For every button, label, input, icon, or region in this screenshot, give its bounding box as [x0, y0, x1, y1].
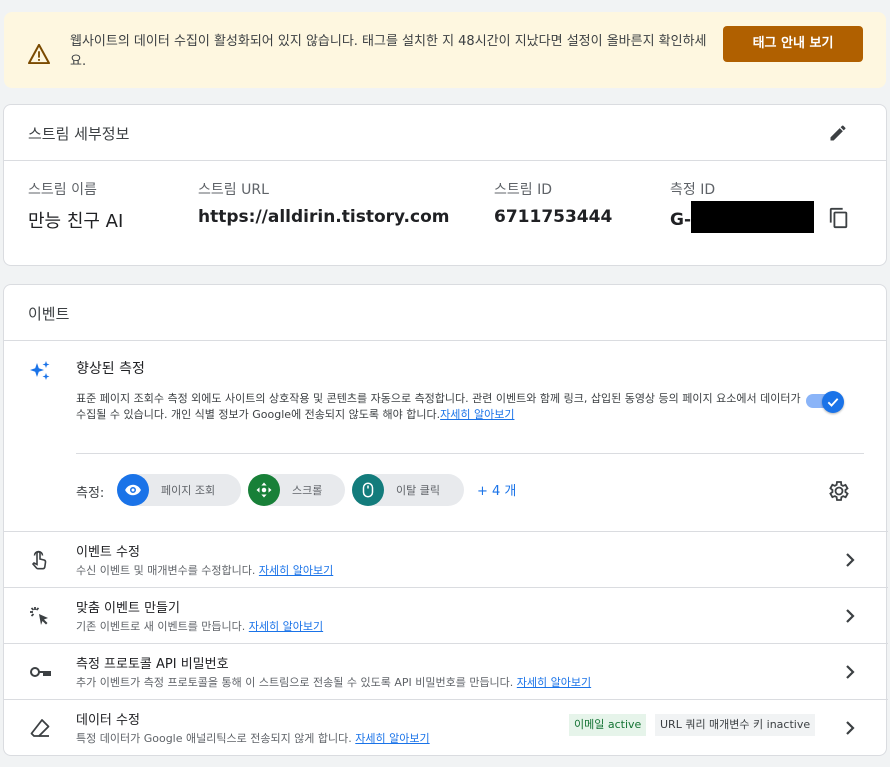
chip-page-view[interactable]: 페이지 조회	[117, 474, 241, 506]
row-data-redaction[interactable]: 데이터 수정 특정 데이터가 Google 애널리틱스로 전송되지 않게 합니다…	[4, 699, 888, 755]
row-modify-events-desc: 수신 이벤트 및 매개변수를 수정합니다. 자세히 알아보기	[76, 562, 333, 578]
stream-name-label: 스트림 이름	[28, 182, 97, 198]
measurement-id-prefix: G-	[670, 210, 692, 230]
row-measurement-protocol[interactable]: 측정 프로토콜 API 비밀번호 추가 이벤트가 측정 프로토콜을 통해 이 스…	[4, 643, 888, 699]
chip-scroll[interactable]: 스크롤	[248, 474, 345, 506]
scroll-icon	[256, 482, 272, 498]
tag-guide-button[interactable]: 태그 안내 보기	[723, 26, 863, 62]
warning-banner: 웹사이트의 데이터 수집이 활성화되어 있지 않습니다. 태그를 설치한 지 4…	[4, 12, 886, 88]
events-card: 이벤트 향상된 측정 표준 페이지 조회수 측정 외에도 사이트의 상호작용 및…	[3, 284, 888, 756]
chip-scroll-circle	[248, 474, 280, 506]
measurement-id-label: 측정 ID	[670, 182, 716, 198]
chevron-right-icon	[846, 553, 855, 567]
measure-label: 측정:	[76, 486, 105, 501]
sparkle-icon	[30, 361, 50, 380]
warning-icon	[28, 44, 50, 64]
chevron-right-icon	[846, 609, 855, 623]
row-data-redaction-desc: 특정 데이터가 Google 애널리틱스로 전송되지 않게 합니다. 자세히 알…	[76, 730, 430, 746]
enhanced-learn-more-link[interactable]: 자세히 알아보기	[440, 408, 514, 421]
row-data-redaction-desc-text: 특정 데이터가 Google 애널리틱스로 전송되지 않게 합니다.	[76, 732, 352, 745]
row-measurement-protocol-desc-text: 추가 이벤트가 측정 프로토콜을 통해 이 스트림으로 전송될 수 있도록 AP…	[76, 676, 514, 689]
row-modify-events-title: 이벤트 수정	[76, 545, 140, 560]
row-create-custom-event-desc: 기존 이벤트로 새 이벤트를 만듭니다. 자세히 알아보기	[76, 618, 323, 634]
row-create-custom-event-learn-more[interactable]: 자세히 알아보기	[249, 620, 323, 633]
chevron-right-icon	[846, 665, 855, 679]
stream-url-value: https://alldirin.tistory.com	[198, 207, 450, 227]
chip-outbound-click-circle	[352, 474, 384, 506]
measurement-id-field: 측정 ID G-	[670, 179, 815, 233]
row-measurement-protocol-desc: 추가 이벤트가 측정 프로토콜을 통해 이 스트림으로 전송될 수 있도록 AP…	[76, 674, 591, 690]
sparkle-click-icon	[30, 607, 48, 625]
mouse-icon	[362, 482, 374, 498]
enhanced-measurement-toggle[interactable]	[806, 391, 844, 413]
chip-scroll-label: 스크롤	[292, 484, 323, 497]
chip-outbound-click-label: 이탈 클릭	[396, 484, 440, 497]
row-create-custom-event-desc-text: 기존 이벤트로 새 이벤트를 만듭니다.	[76, 620, 246, 633]
eraser-icon	[30, 719, 50, 737]
row-modify-events[interactable]: 이벤트 수정 수신 이벤트 및 매개변수를 수정합니다. 자세히 알아보기	[4, 531, 888, 587]
url-query-status-badge: URL 쿼리 매개변수 키 inactive	[655, 714, 816, 736]
toggle-knob	[822, 391, 844, 413]
edit-icon[interactable]	[828, 123, 848, 143]
row-measurement-protocol-title: 측정 프로토콜 API 비밀번호	[76, 657, 229, 672]
row-data-redaction-title: 데이터 수정	[76, 713, 140, 728]
stream-url-field: 스트림 URL https://alldirin.tistory.com	[198, 179, 449, 227]
row-create-custom-event[interactable]: 맞춤 이벤트 만들기 기존 이벤트로 새 이벤트를 만듭니다. 자세히 알아보기	[4, 587, 888, 643]
stream-id-value: 6711753444	[494, 207, 613, 227]
row-create-custom-event-title: 맞춤 이벤트 만들기	[76, 601, 180, 616]
eye-icon	[125, 484, 141, 496]
stream-name-field: 스트림 이름 만능 친구 AI	[28, 179, 123, 233]
enhanced-desc-text: 표준 페이지 조회수 측정 외에도 사이트의 상호작용 및 콘텐츠를 자동으로 …	[76, 392, 801, 421]
stream-details-card: 스트림 세부정보 스트림 이름 만능 친구 AI 스트림 URL https:/…	[3, 104, 887, 266]
stream-details-title: 스트림 세부정보	[28, 125, 130, 143]
chip-page-view-circle	[117, 474, 149, 506]
row-measurement-protocol-learn-more[interactable]: 자세히 알아보기	[517, 676, 591, 689]
chip-outbound-click[interactable]: 이탈 클릭	[352, 474, 464, 506]
stream-url-label: 스트림 URL	[198, 182, 269, 198]
chip-page-view-label: 페이지 조회	[161, 484, 216, 497]
stream-id-label: 스트림 ID	[494, 182, 552, 198]
touch-icon	[31, 550, 47, 570]
stream-name-value: 만능 친구 AI	[28, 211, 124, 232]
copy-icon[interactable]	[828, 207, 850, 229]
enhanced-measurement-title: 향상된 측정	[76, 361, 145, 377]
email-status-badge: 이메일 active	[569, 714, 647, 736]
row-modify-events-desc-text: 수신 이벤트 및 매개변수를 수정합니다.	[76, 564, 256, 577]
row-data-redaction-learn-more[interactable]: 자세히 알아보기	[355, 732, 429, 745]
events-header: 이벤트	[4, 285, 886, 341]
gear-icon[interactable]	[827, 479, 851, 503]
chevron-right-icon	[846, 721, 855, 735]
stream-details-header: 스트림 세부정보	[4, 105, 886, 161]
divider	[76, 453, 864, 454]
stream-id-field: 스트림 ID 6711753444	[494, 179, 612, 227]
events-title: 이벤트	[28, 305, 70, 323]
banner-message: 웹사이트의 데이터 수집이 활성화되어 있지 않습니다. 태그를 설치한 지 4…	[70, 34, 707, 69]
row-modify-events-learn-more[interactable]: 자세히 알아보기	[259, 564, 333, 577]
key-icon	[30, 667, 51, 677]
enhanced-measurement-desc: 표준 페이지 조회수 측정 외에도 사이트의 상호작용 및 콘텐츠를 자동으로 …	[76, 391, 806, 423]
redacted-block	[691, 201, 815, 233]
check-icon	[827, 398, 839, 407]
measurement-id-value: G-	[670, 201, 815, 233]
more-events-link[interactable]: + 4 개	[477, 480, 516, 499]
